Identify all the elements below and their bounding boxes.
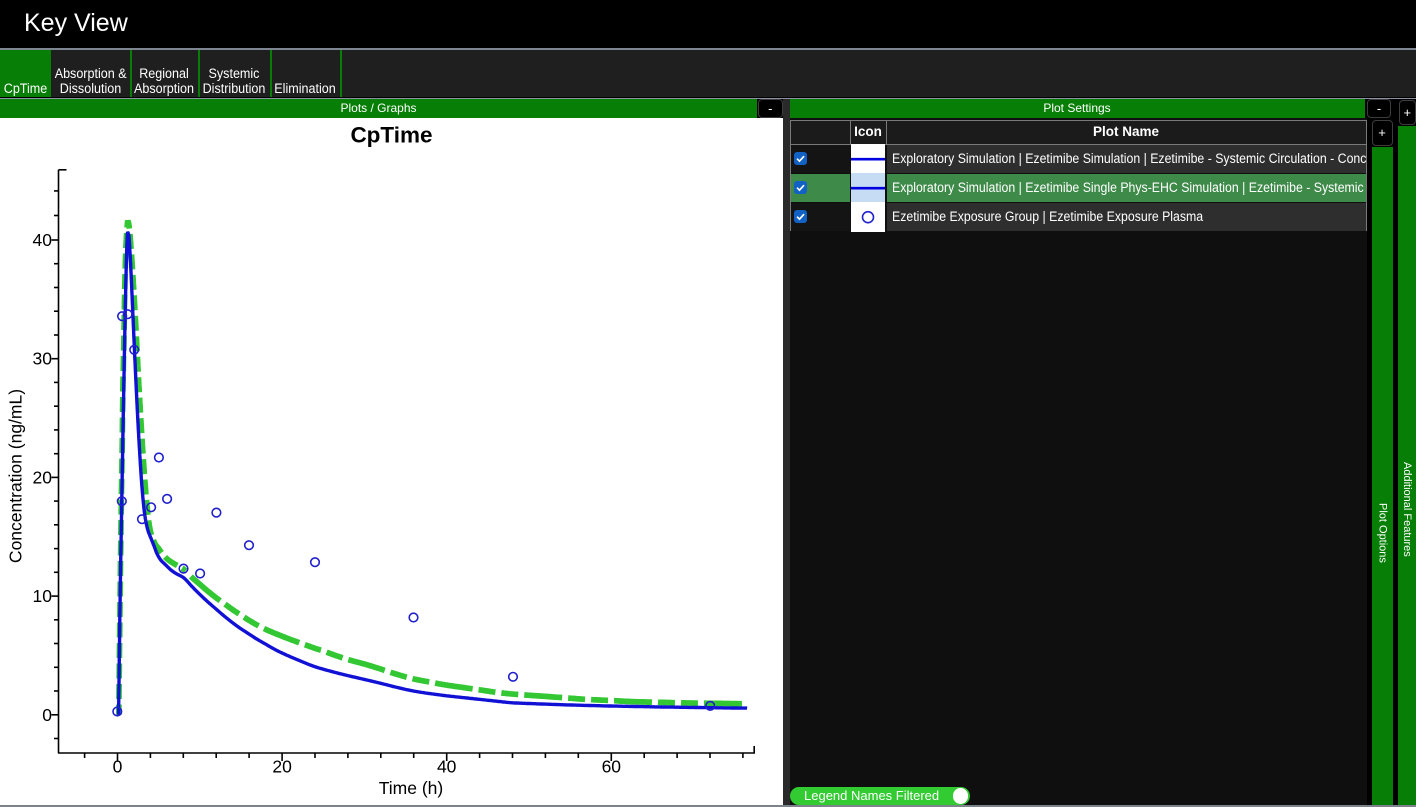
svg-text:30: 30 bbox=[33, 349, 53, 369]
svg-text:CpTime: CpTime bbox=[350, 123, 432, 148]
svg-text:10: 10 bbox=[33, 586, 53, 606]
svg-text:40: 40 bbox=[437, 757, 457, 777]
svg-text:20: 20 bbox=[272, 757, 292, 777]
svg-text:0: 0 bbox=[113, 757, 123, 777]
svg-text:60: 60 bbox=[602, 757, 622, 777]
svg-text:40: 40 bbox=[33, 230, 53, 250]
svg-text:Concentration (ng/mL): Concentration (ng/mL) bbox=[6, 389, 26, 563]
svg-text:0: 0 bbox=[42, 705, 52, 725]
svg-text:20: 20 bbox=[33, 467, 53, 487]
svg-text:Time (h): Time (h) bbox=[379, 778, 444, 798]
